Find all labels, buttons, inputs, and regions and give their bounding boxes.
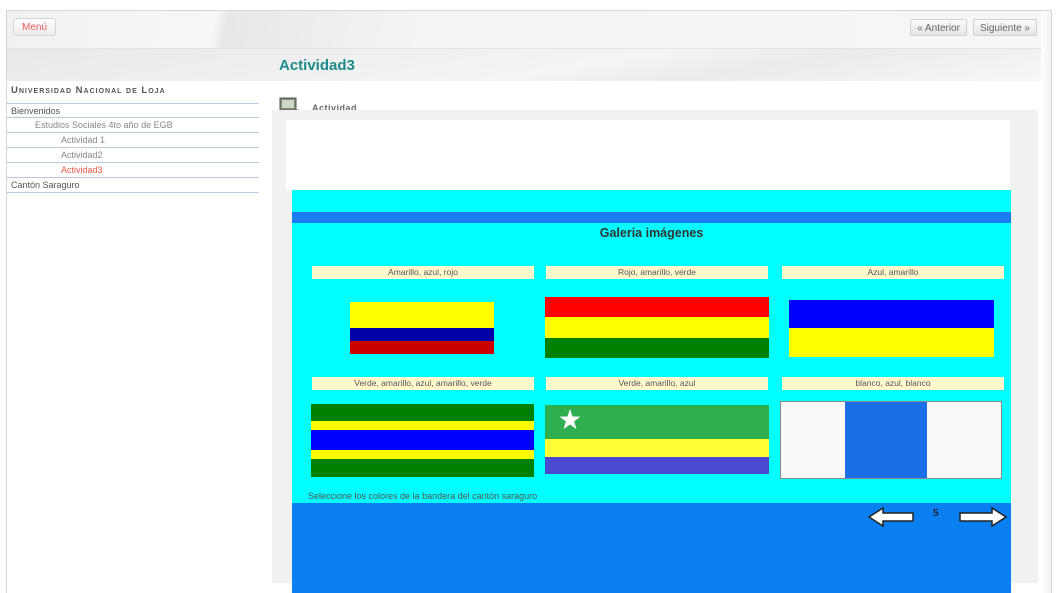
caption-option-3[interactable]: Azul, amarillo <box>782 266 1004 279</box>
flag-5-stripe-blue <box>545 457 769 474</box>
flag-2-stripe-red <box>545 297 769 317</box>
instruction-text: Seleccione los colores de la bandera del… <box>308 491 538 501</box>
stage-header-bar <box>292 212 1011 223</box>
flag-option-3[interactable] <box>789 300 994 357</box>
flag-6-stripe-white-left <box>781 402 845 478</box>
flag-2-stripe-yellow <box>545 317 769 338</box>
flag-option-6[interactable] <box>780 401 1002 479</box>
sidebar-item-actividad-3[interactable]: Actividad3 <box>7 163 259 178</box>
flag-6-stripe-white-right <box>927 402 1001 478</box>
star-icon <box>559 409 581 430</box>
flag-4-stripe-yellow-top <box>311 421 534 430</box>
caption-option-5[interactable]: Verde, amarillo, azul <box>546 377 768 390</box>
flag-1-stripe-yellow <box>350 302 494 328</box>
flag-2-stripe-green <box>545 338 769 358</box>
flag-4-stripe-green-top <box>311 404 534 421</box>
arrow-left-icon[interactable] <box>867 506 915 528</box>
flag-3-stripe-yellow <box>789 328 994 357</box>
flag-option-5[interactable] <box>545 405 769 474</box>
caption-option-4[interactable]: Verde, amarillo, azul, amarillo, verde <box>312 377 534 390</box>
page-number: 5 <box>933 508 939 519</box>
sidebar-item-actividad-1[interactable]: Actividad 1 <box>7 133 259 148</box>
arrow-right-icon[interactable] <box>958 506 1008 528</box>
flag-option-1[interactable] <box>350 302 494 354</box>
sidebar: Universidad Nacional de Loja Bienvenidos… <box>7 83 259 193</box>
caption-option-1[interactable]: Amarillo, azul, rojo <box>312 266 534 279</box>
title-strip <box>7 49 1051 81</box>
flag-4-stripe-yellow-bottom <box>311 450 534 459</box>
flag-option-4[interactable] <box>311 404 534 477</box>
caption-option-6[interactable]: blanco, azul, blanco <box>782 377 1004 390</box>
sidebar-item-canton-saraguro[interactable]: Cantón Saraguro <box>7 178 259 193</box>
caption-option-2[interactable]: Rojo, amarillo, verde <box>546 266 768 279</box>
pager-buttons: « Anterior Siguiente » <box>910 19 1037 36</box>
menu-button[interactable]: Menú <box>13 18 57 36</box>
content-blank-area <box>286 120 1010 190</box>
flag-3-stripe-blue <box>789 300 994 328</box>
flag-4-stripe-green-bottom <box>311 459 534 477</box>
flag-1-stripe-blue <box>350 328 494 341</box>
flag-5-stripe-green <box>545 405 769 439</box>
previous-button[interactable]: « Anterior <box>910 19 967 36</box>
gallery-title: Galeria imágenes <box>599 226 704 240</box>
sidebar-item-actividad-2[interactable]: Actividad2 <box>7 148 259 163</box>
university-name: Universidad Nacional de Loja <box>11 85 166 96</box>
flag-option-2[interactable] <box>545 297 769 358</box>
flag-5-stripe-yellow <box>545 439 769 457</box>
flag-4-stripe-blue <box>311 430 534 450</box>
next-button[interactable]: Siguiente » <box>972 19 1037 36</box>
sidebar-item-estudios-sociales[interactable]: Estudios Sociales 4to año de EGB <box>7 118 259 133</box>
page-title: Actividad3 <box>279 57 355 74</box>
top-bar: Menú « Anterior Siguiente » <box>7 11 1051 49</box>
activity-stage: Galeria imágenes Amarillo, azul, rojo Ro… <box>292 190 1011 593</box>
flag-6-stripe-blue <box>845 402 927 478</box>
flag-1-stripe-red <box>350 341 494 354</box>
sidebar-item-bienvenidos[interactable]: Bienvenidos <box>7 103 259 118</box>
scroll-edge <box>1041 11 1051 593</box>
